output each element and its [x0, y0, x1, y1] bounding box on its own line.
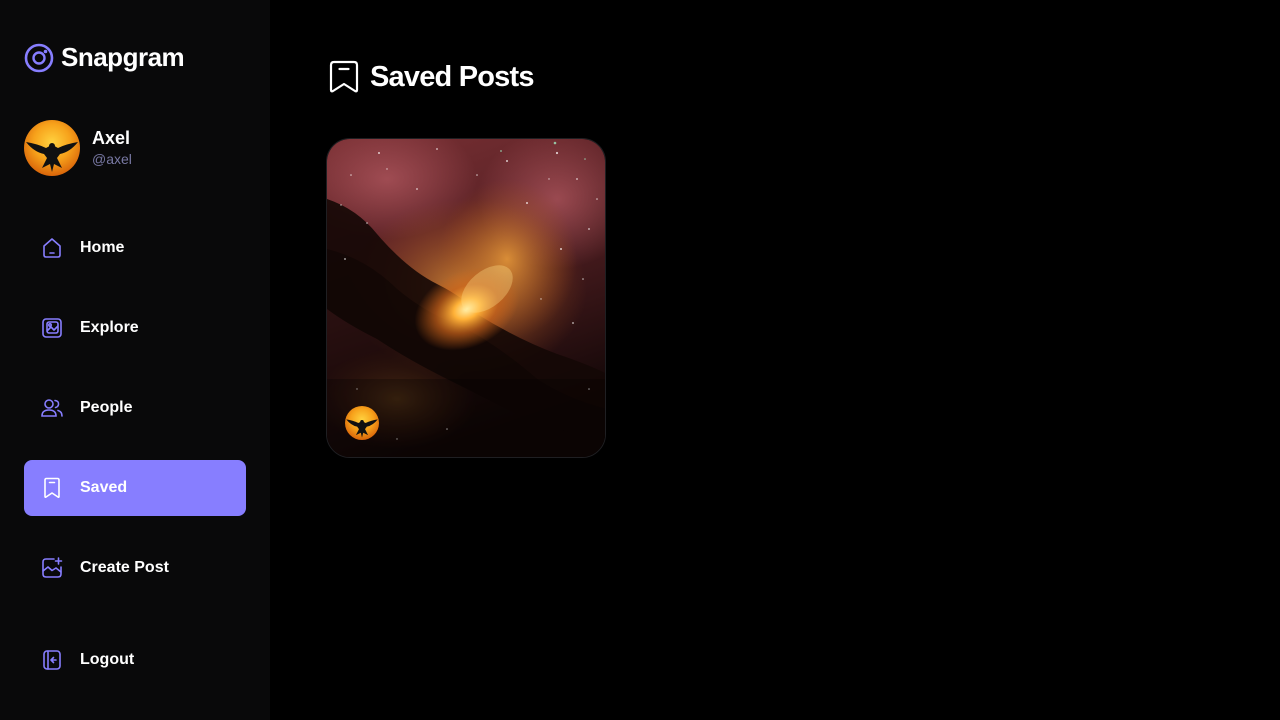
bookmark-icon	[329, 60, 359, 93]
main-content: Saved Posts	[270, 0, 1280, 720]
profile-link[interactable]: Axel @axel	[24, 120, 132, 176]
sidebar-item-create-post[interactable]: Create Post	[24, 540, 246, 596]
sidebar-item-people[interactable]: People	[24, 380, 246, 436]
avatar	[24, 120, 80, 176]
sidebar-item-explore[interactable]: Explore	[24, 300, 246, 356]
saved-post-card[interactable]	[326, 138, 606, 458]
logout-button[interactable]: Logout	[24, 632, 246, 688]
bookmark-icon	[40, 476, 64, 500]
explore-icon	[40, 316, 64, 340]
sidebar: Snapgram Axel @axel Home Explore People …	[0, 0, 270, 720]
sidebar-item-label: Saved	[80, 479, 128, 496]
sidebar-item-label: Home	[80, 239, 125, 256]
app-logo[interactable]: Snapgram	[24, 42, 185, 73]
profile-handle: @axel	[92, 151, 132, 167]
sidebar-item-label: People	[80, 399, 133, 416]
sidebar-item-home[interactable]: Home	[24, 220, 246, 276]
sidebar-item-label: Create Post	[80, 559, 169, 576]
people-icon	[40, 396, 64, 420]
home-icon	[40, 236, 64, 260]
logout-label: Logout	[80, 651, 135, 668]
page-title: Saved Posts	[370, 60, 534, 93]
app-name: Snapgram	[61, 42, 185, 72]
page-header: Saved Posts	[328, 60, 534, 94]
logo-icon	[24, 43, 54, 72]
logout-icon	[40, 648, 64, 672]
sidebar-item-saved[interactable]: Saved	[24, 460, 246, 516]
create-post-icon	[40, 556, 64, 580]
sidebar-item-label: Explore	[80, 319, 139, 336]
post-creator-avatar[interactable]	[345, 406, 379, 440]
profile-name: Axel	[92, 128, 131, 148]
